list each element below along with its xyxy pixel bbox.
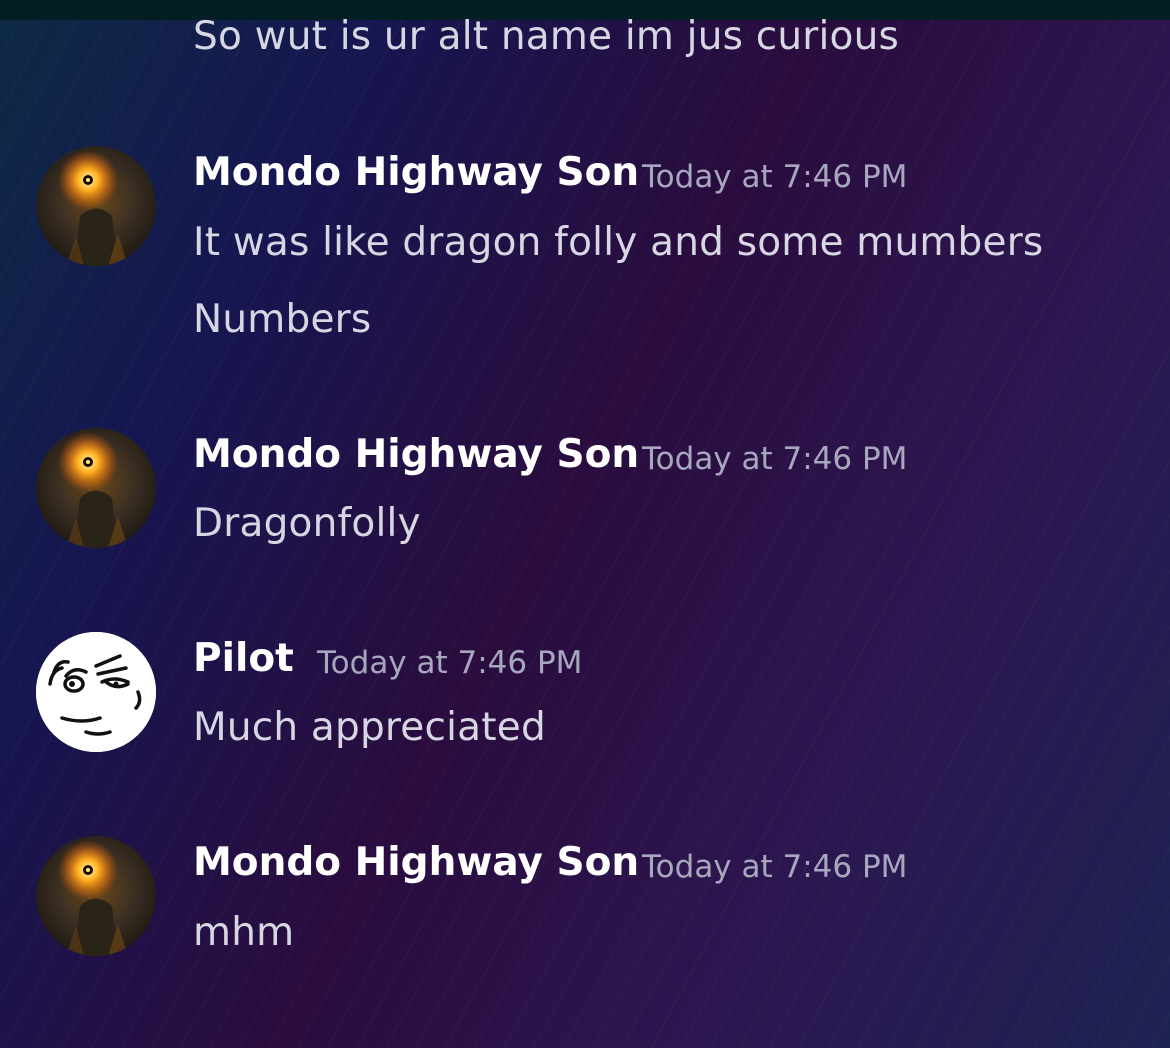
- burning-lord-avatar-icon[interactable]: [36, 836, 156, 956]
- author-name[interactable]: Pilot: [193, 636, 294, 681]
- timestamp: Today at 7:46 PM: [642, 159, 908, 195]
- message-text[interactable]: Numbers: [193, 297, 371, 342]
- timestamp: Today at 7:46 PM: [642, 849, 908, 885]
- burning-lord-avatar-icon[interactable]: [36, 428, 156, 548]
- message-text[interactable]: So wut is ur alt name im jus curious: [193, 14, 899, 59]
- message-text[interactable]: It was like dragon folly and some mumber…: [193, 220, 1043, 265]
- message-text[interactable]: mhm: [193, 910, 294, 955]
- author-name[interactable]: Mondo Highway Son: [193, 840, 639, 885]
- author-name[interactable]: Mondo Highway Son: [193, 150, 639, 195]
- meme-face-avatar-icon[interactable]: [36, 632, 156, 752]
- author-name[interactable]: Mondo Highway Son: [193, 432, 639, 477]
- timestamp: Today at 7:46 PM: [317, 645, 583, 681]
- message-text[interactable]: Much appreciated: [193, 705, 546, 750]
- timestamp: Today at 7:46 PM: [642, 441, 908, 477]
- burning-lord-avatar-icon[interactable]: [36, 146, 156, 266]
- message-text[interactable]: Dragonfolly: [193, 501, 421, 546]
